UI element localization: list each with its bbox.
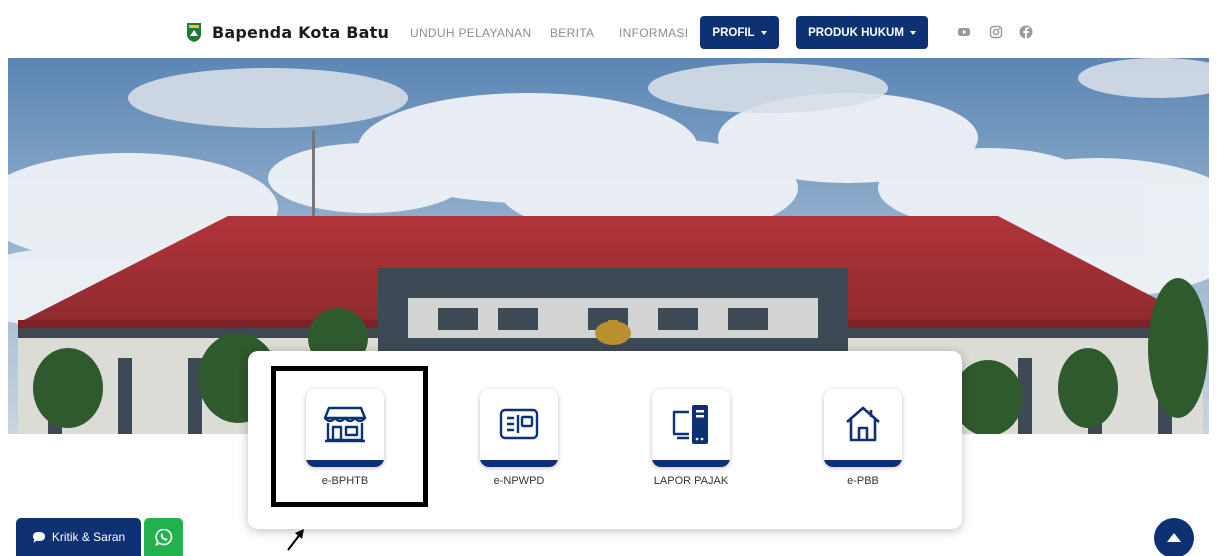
service-label: e-PBB — [847, 475, 879, 487]
nav-link-unduh-pelayanan[interactable]: UNDUH PELAYANAN — [410, 26, 531, 40]
youtube-icon[interactable] — [956, 24, 972, 40]
highlight-frame — [271, 366, 428, 507]
service-e-npwpd[interactable]: e-NPWPD — [480, 389, 558, 487]
kritik-saran-label: Kritik & Saran — [51, 530, 126, 544]
nav-link-informasi[interactable]: INFORMASI — [619, 26, 688, 40]
id-card-icon — [499, 408, 539, 440]
arrow-up-icon — [1167, 533, 1181, 542]
pointer-arrow-icon — [287, 529, 304, 551]
facebook-icon[interactable] — [1018, 24, 1034, 40]
service-lapor-pajak[interactable]: LAPOR PAJAK — [652, 389, 730, 487]
chat-bubble-icon — [32, 531, 45, 543]
profil-dropdown-button[interactable]: PROFIL — [700, 16, 779, 49]
whatsapp-icon — [154, 528, 172, 546]
produk-hukum-dropdown-button[interactable]: PRODUK HUKUM — [796, 16, 928, 49]
whatsapp-button[interactable] — [144, 518, 183, 556]
caret-down-icon — [760, 30, 767, 35]
service-tile — [652, 389, 730, 467]
instagram-icon[interactable] — [988, 24, 1004, 40]
produk-hukum-label: PRODUK HUKUM — [808, 26, 904, 39]
city-emblem-icon — [187, 23, 201, 42]
house-icon — [846, 406, 880, 442]
profil-label: PROFIL — [712, 26, 755, 39]
computer-icon — [672, 405, 708, 444]
service-tile — [824, 389, 902, 467]
service-tile — [480, 389, 558, 467]
brand-name: Bapenda Kota Batu — [212, 22, 390, 42]
service-label: e-NPWPD — [493, 475, 545, 487]
brand-link[interactable]: Bapenda Kota Batu — [186, 21, 389, 43]
service-label: LAPOR PAJAK — [653, 475, 729, 487]
top-navbar: Bapenda Kota Batu UNDUH PELAYANAN BERITA… — [8, 8, 1209, 58]
caret-down-icon — [909, 30, 916, 35]
service-e-pbb[interactable]: e-PBB — [824, 389, 902, 487]
nav-link-berita[interactable]: BERITA — [550, 26, 594, 40]
back-to-top-button[interactable] — [1154, 518, 1194, 556]
kritik-saran-button[interactable]: Kritik & Saran — [16, 518, 141, 556]
